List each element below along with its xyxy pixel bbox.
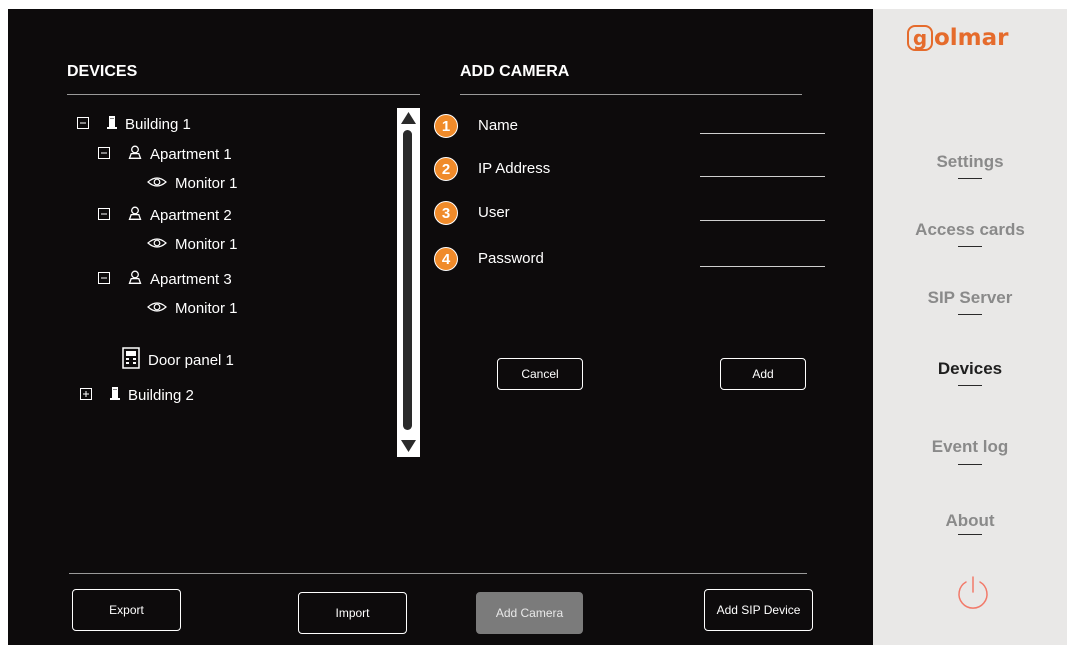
field-label: Name [478,117,519,134]
field-label: Password [478,250,544,267]
sidebar: g olmar Settings Access cards SIP Server… [873,9,1067,645]
eye-icon [147,236,175,253]
nav-label: Settings [936,152,1004,171]
person-icon [128,270,150,288]
add-camera-button[interactable]: Add Camera [476,592,583,634]
devices-divider [67,94,420,95]
tree-item-label: Monitor 1 [175,236,238,253]
nav-underline [958,464,982,465]
add-sip-device-button[interactable]: Add SIP Device [704,589,813,631]
bottom-divider [69,573,807,574]
eye-icon [147,175,175,192]
import-button[interactable]: Import [298,592,407,634]
nav-underline [958,178,982,179]
power-icon[interactable] [955,575,991,611]
nav-label: SIP Server [927,288,1013,307]
step-badge: 2 [434,157,458,181]
collapse-icon[interactable] [77,116,97,133]
password-input[interactable] [700,266,825,267]
nav-settings[interactable]: Settings [873,152,1067,172]
field-label: User [478,204,510,221]
scroll-down-icon[interactable] [401,440,416,452]
nav-label: Access cards [915,220,1025,239]
nav-underline [958,314,982,315]
tree-item-label: Monitor 1 [175,300,238,317]
logo-badge: g [907,25,933,51]
tree-item-building-2[interactable]: Building 2 [80,386,194,404]
nav-underline [958,246,982,247]
nav-event-log[interactable]: Event log [873,437,1067,457]
nav-underline [958,385,982,386]
tree-item-monitor-1c[interactable]: Monitor 1 [147,300,238,317]
nav-underline [958,534,982,535]
scroll-thumb[interactable] [403,130,412,430]
user-input[interactable] [700,220,825,221]
add-camera-divider [460,94,802,95]
step-badge: 1 [434,114,458,138]
door-panel-icon [122,347,148,373]
golmar-logo: g olmar [907,25,1009,51]
tree-item-building-1[interactable]: Building 1 [77,115,191,133]
nav-label: Event log [931,437,1009,456]
person-icon [128,145,150,163]
nav-label: About [945,511,995,530]
ip-address-input[interactable] [700,176,825,177]
add-button[interactable]: Add [720,358,806,390]
building-icon [107,115,125,133]
expand-icon[interactable] [80,387,100,404]
tree-item-label: Apartment 1 [150,145,232,163]
name-field: 1 Name [434,114,834,140]
eye-icon [147,300,175,317]
devices-heading: DEVICES [67,63,138,80]
tree-item-label: Apartment 3 [150,270,232,288]
tree-item-label: Door panel 1 [148,351,234,369]
user-field: 3 User [434,201,834,227]
ip-address-field: 2 IP Address [434,157,834,183]
nav-sip-server[interactable]: SIP Server [873,288,1067,308]
tree-item-apartment-1[interactable]: Apartment 1 [98,145,232,163]
nav-about[interactable]: About [873,511,1067,531]
person-icon [128,206,150,224]
tree-item-monitor-1a[interactable]: Monitor 1 [147,175,238,192]
logo-text: olmar [934,25,1009,51]
tree-item-door-panel-1[interactable]: Door panel 1 [122,347,234,373]
nav-access-cards[interactable]: Access cards [873,220,1067,240]
password-field: 4 Password [434,247,834,273]
building-icon [110,386,128,404]
export-button[interactable]: Export [72,589,181,631]
step-badge: 3 [434,201,458,225]
tree-item-label: Apartment 2 [150,206,232,224]
cancel-button[interactable]: Cancel [497,358,583,390]
tree-item-label: Monitor 1 [175,175,238,192]
nav-label: Devices [937,359,1003,378]
step-badge: 4 [434,247,458,271]
add-camera-heading: ADD CAMERA [460,63,570,80]
tree-item-label: Building 2 [128,386,194,404]
main-panel: DEVICES Building 1 Apartment 1 Monitor 1… [8,9,873,645]
collapse-icon[interactable] [98,207,118,224]
tree-scrollbar[interactable] [397,108,420,457]
collapse-icon[interactable] [98,271,118,288]
tree-item-label: Building 1 [125,115,191,133]
name-input[interactable] [700,133,825,134]
tree-item-apartment-3[interactable]: Apartment 3 [98,270,232,288]
scroll-up-icon[interactable] [401,112,416,124]
nav-devices[interactable]: Devices [873,359,1067,379]
field-label: IP Address [478,160,551,177]
tree-item-monitor-1b[interactable]: Monitor 1 [147,236,238,253]
tree-item-apartment-2[interactable]: Apartment 2 [98,206,232,224]
collapse-icon[interactable] [98,146,118,163]
